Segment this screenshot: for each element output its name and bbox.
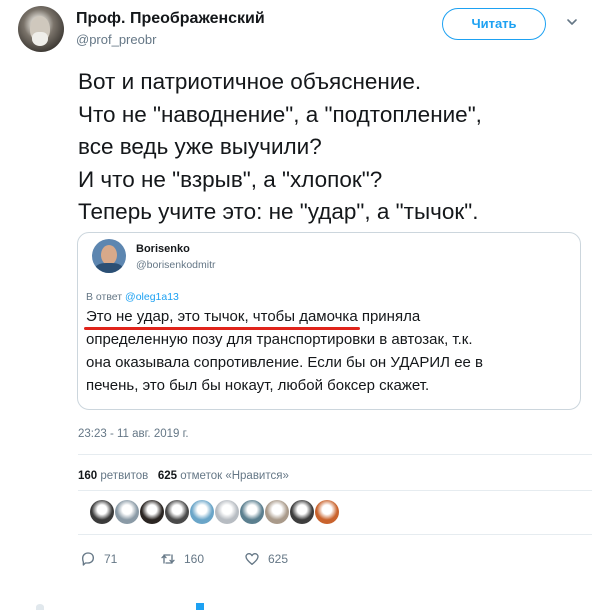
liker-avatar[interactable] (115, 500, 139, 524)
reply-to-link[interactable]: @oleg1a13 (125, 291, 179, 303)
liker-avatar[interactable] (265, 500, 289, 524)
retweet-icon (161, 554, 175, 564)
author-avatar[interactable] (18, 6, 64, 52)
tweet-line: Теперь учите это: не "удар", а "тычок". (78, 199, 479, 224)
author-handle[interactable]: @prof_preobr (76, 32, 156, 47)
quoted-line: она оказывала сопротивление. Если бы он … (86, 354, 484, 371)
tweet-line: И что не "взрыв", а "хлопок"? (78, 166, 383, 192)
quoted-line: определенную позу для транспортировки в … (86, 331, 473, 348)
quoted-line: Это не удар, это тычок, чтобы дамочка пр… (86, 308, 421, 325)
next-item-fragment (196, 603, 204, 610)
divider (78, 454, 592, 455)
likes-count[interactable]: 625 (158, 470, 177, 482)
divider (78, 490, 592, 491)
retweets-count[interactable]: 160 (78, 470, 97, 482)
liker-avatar[interactable] (315, 500, 339, 524)
tweet-line: все ведь уже выучили? (78, 134, 322, 159)
liker-avatar[interactable] (90, 500, 114, 524)
avatar-face (101, 245, 117, 265)
retweets-label[interactable]: ретвитов (100, 470, 148, 482)
quoted-author-avatar[interactable] (92, 239, 126, 273)
retweet-action[interactable]: 160 (160, 548, 204, 570)
quoted-tweet[interactable]: Borisenko @borisenkodmitr В ответ @oleg1… (77, 232, 581, 410)
divider (78, 534, 592, 535)
liker-avatar[interactable] (240, 500, 264, 524)
tweet-actions: 71 160 625 (78, 548, 598, 572)
follow-button[interactable]: Читать (442, 8, 546, 40)
quoted-line: печень, это был бы нокаут, любой боксер … (86, 377, 430, 394)
reply-prefix: В ответ (86, 291, 123, 303)
tweet-header: Проф. Преображенский @prof_preobr Читать (18, 6, 592, 54)
like-count: 625 (268, 552, 289, 566)
reply-icon (82, 552, 94, 566)
retweet-count: 160 (184, 552, 205, 566)
red-underline-annotation (84, 327, 360, 330)
tweet-line: Вот и патриотичное объяснение. (78, 69, 422, 94)
liker-avatar[interactable] (215, 500, 239, 524)
heart-icon (245, 553, 259, 565)
avatar-beard (32, 32, 48, 46)
tweet-stats: 160 ретвитов 625 отметок «Нравится» (78, 470, 289, 482)
next-item-fragment (36, 604, 44, 610)
quoted-author-handle[interactable]: @borisenkodmitr (136, 259, 216, 271)
liker-avatar[interactable] (140, 500, 164, 524)
reply-context: В ответ @oleg1a13 (86, 291, 179, 303)
quoted-author-name[interactable]: Borisenko (136, 243, 190, 255)
reply-count: 71 (104, 552, 118, 566)
tweet-timestamp[interactable]: 23:23 - 11 авг. 2019 г. (78, 428, 189, 440)
author-name[interactable]: Проф. Преображенский (76, 10, 265, 28)
chevron-down-icon[interactable] (566, 16, 578, 28)
like-action[interactable]: 625 (244, 548, 288, 570)
quoted-text: Это не удар, это тычок, чтобы дамочка пр… (86, 305, 574, 397)
liker-avatar[interactable] (290, 500, 314, 524)
reply-action[interactable]: 71 (80, 548, 117, 570)
tweet-text: Вот и патриотичное объяснение. Что не "н… (78, 66, 588, 229)
liker-avatar[interactable] (190, 500, 214, 524)
likes-label[interactable]: отметок «Нравится» (180, 470, 289, 482)
tweet-line: Что не "наводнение", а "подтопление", (78, 101, 482, 127)
liker-avatar[interactable] (165, 500, 189, 524)
avatar-shirt (95, 263, 123, 273)
